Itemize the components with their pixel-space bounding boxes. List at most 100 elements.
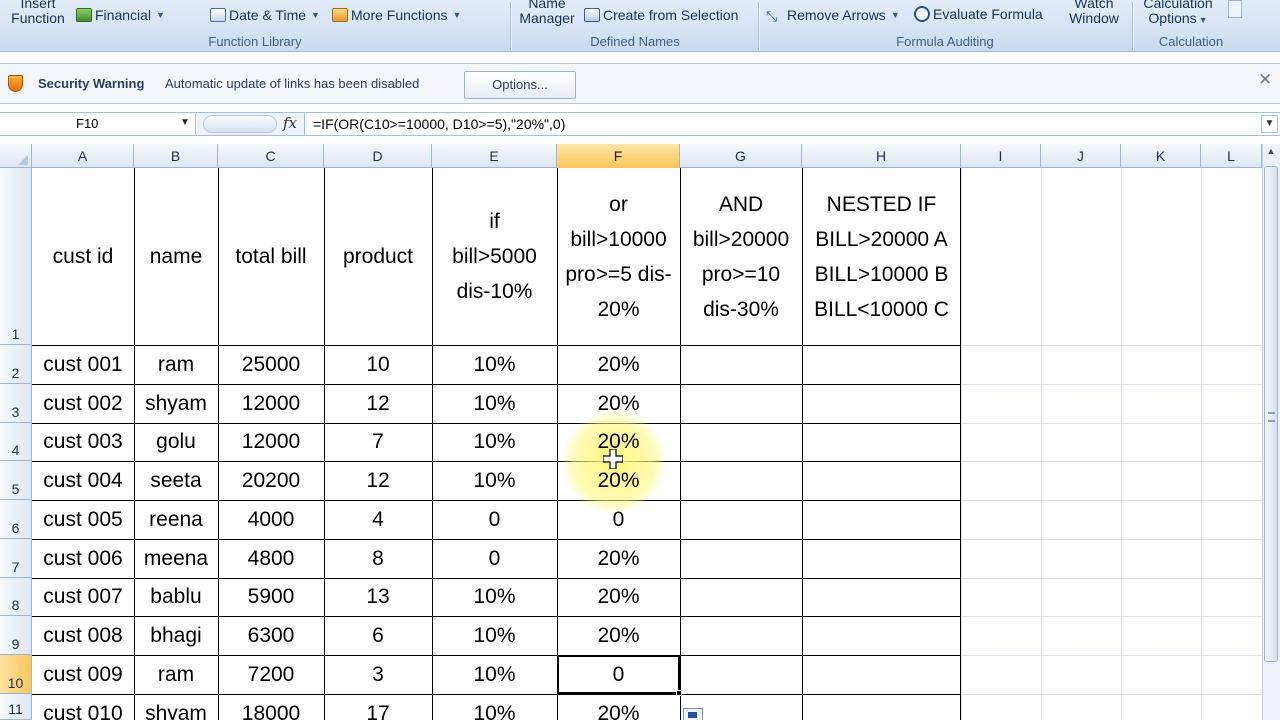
- cell-d10[interactable]: 3: [324, 655, 432, 694]
- cell-e5[interactable]: 10%: [432, 461, 557, 500]
- calculate-now-button[interactable]: [1228, 0, 1242, 18]
- cell-d8[interactable]: 13: [324, 578, 432, 616]
- watch-window-button[interactable]: Watch Window: [1062, 0, 1126, 26]
- column-header-k[interactable]: K: [1121, 144, 1201, 168]
- cell-b8[interactable]: bablu: [134, 578, 218, 616]
- cell-b7[interactable]: meena: [134, 539, 218, 578]
- cell-a2[interactable]: cust 001: [32, 345, 134, 384]
- financial-button[interactable]: Financial ▼: [76, 7, 165, 23]
- paste-options-icon[interactable]: [683, 708, 703, 720]
- cell-e3[interactable]: 10%: [432, 384, 557, 423]
- more-functions-button[interactable]: More Functions ▼: [332, 7, 461, 23]
- column-header-b[interactable]: B: [134, 144, 218, 168]
- cell-a11[interactable]: cust 010: [32, 694, 134, 720]
- formula-input[interactable]: =IF(OR(C10>=10000, D10>=5),"20%",0): [313, 116, 565, 132]
- cell-c2[interactable]: 25000: [218, 345, 324, 384]
- insert-function-button[interactable]: Insert Function: [4, 0, 72, 26]
- column-header-j[interactable]: J: [1041, 144, 1121, 168]
- fill-handle[interactable]: [676, 690, 682, 696]
- cell-d5[interactable]: 12: [324, 461, 432, 500]
- cell-d2[interactable]: 10: [324, 345, 432, 384]
- cell-c7[interactable]: 4800: [218, 539, 324, 578]
- row-header-6[interactable]: 6: [0, 500, 32, 539]
- cell-e4[interactable]: 10%: [432, 423, 557, 461]
- column-header-h[interactable]: H: [802, 144, 961, 168]
- cell-f4[interactable]: 20%: [557, 423, 680, 461]
- cell-f9[interactable]: 20%: [557, 616, 680, 655]
- header-cell-h[interactable]: NESTED IF BILL>20000 A BILL>10000 B BILL<10…: [802, 168, 961, 345]
- close-icon[interactable]: ✕: [1258, 70, 1272, 90]
- header-cell-c[interactable]: total bill: [218, 168, 324, 345]
- cell-a3[interactable]: cust 002: [32, 384, 134, 423]
- scroll-up-icon[interactable]: ▲: [1263, 146, 1279, 162]
- calculation-options-button[interactable]: Calculation Options ▼: [1136, 0, 1220, 28]
- name-box[interactable]: F10 ▼: [0, 113, 196, 135]
- row-header-2[interactable]: 2: [0, 345, 32, 384]
- header-cell-a[interactable]: cust id: [32, 168, 134, 345]
- cell-a7[interactable]: cust 006: [32, 539, 134, 578]
- column-header-d[interactable]: D: [324, 144, 432, 168]
- row-header-3[interactable]: 3: [0, 384, 32, 423]
- cell-b4[interactable]: golu: [134, 423, 218, 461]
- name-manager-button[interactable]: Name Manager: [516, 0, 578, 26]
- cell-f7[interactable]: 20%: [557, 539, 680, 578]
- cell-c11[interactable]: 18000: [218, 694, 324, 720]
- cell-a5[interactable]: cust 004: [32, 461, 134, 500]
- header-cell-e[interactable]: if bill>5000 dis-10%: [432, 168, 557, 345]
- cell-a6[interactable]: cust 005: [32, 500, 134, 539]
- row-header-5[interactable]: 5: [0, 461, 32, 500]
- column-header-i[interactable]: I: [961, 144, 1041, 168]
- cell-b10[interactable]: ram: [134, 655, 218, 694]
- cell-c4[interactable]: 12000: [218, 423, 324, 461]
- cell-b6[interactable]: reena: [134, 500, 218, 539]
- column-header-l[interactable]: L: [1201, 144, 1262, 168]
- column-header-a[interactable]: A: [32, 144, 134, 168]
- cell-c3[interactable]: 12000: [218, 384, 324, 423]
- cell-b2[interactable]: ram: [134, 345, 218, 384]
- row-header-4[interactable]: 4: [0, 423, 32, 461]
- create-from-selection-button[interactable]: Create from Selection: [584, 7, 738, 23]
- column-header-e[interactable]: E: [432, 144, 557, 168]
- cell-e6[interactable]: 0: [432, 500, 557, 539]
- cell-c10[interactable]: 7200: [218, 655, 324, 694]
- cell-b11[interactable]: shyam: [134, 694, 218, 720]
- expand-formula-bar-icon[interactable]: ▼: [1261, 115, 1278, 133]
- cell-d3[interactable]: 12: [324, 384, 432, 423]
- row-header-10[interactable]: 10: [0, 655, 32, 694]
- cell-d4[interactable]: 7: [324, 423, 432, 461]
- cell-b3[interactable]: shyam: [134, 384, 218, 423]
- chevron-down-icon[interactable]: ▼: [180, 117, 190, 128]
- row-header-11[interactable]: 11: [0, 694, 32, 720]
- column-header-g[interactable]: G: [680, 144, 802, 168]
- cell-e2[interactable]: 10%: [432, 345, 557, 384]
- cell-c6[interactable]: 4000: [218, 500, 324, 539]
- options-button[interactable]: Options...: [464, 71, 576, 99]
- cell-e11[interactable]: 10%: [432, 694, 557, 720]
- header-cell-g[interactable]: AND bill>20000 pro>=10 dis-30%: [680, 168, 802, 345]
- cell-f8[interactable]: 20%: [557, 578, 680, 616]
- cell-e8[interactable]: 10%: [432, 578, 557, 616]
- row-header-8[interactable]: 8: [0, 578, 32, 616]
- cell-e10[interactable]: 10%: [432, 655, 557, 694]
- cell-e9[interactable]: 10%: [432, 616, 557, 655]
- column-header-c[interactable]: C: [218, 144, 324, 168]
- cell-b5[interactable]: seeta: [134, 461, 218, 500]
- cell-c8[interactable]: 5900: [218, 578, 324, 616]
- evaluate-formula-button[interactable]: Evaluate Formula: [914, 6, 1043, 22]
- cell-f11[interactable]: 20%: [557, 694, 680, 720]
- header-cell-f[interactable]: or bill>10000 pro>=5 dis- 20%: [557, 168, 680, 345]
- cell-a10[interactable]: cust 009: [32, 655, 134, 694]
- cell-c5[interactable]: 20200: [218, 461, 324, 500]
- row-header-1[interactable]: 1: [0, 168, 32, 345]
- cell-f5[interactable]: 20%: [557, 461, 680, 500]
- cell-b9[interactable]: bhagi: [134, 616, 218, 655]
- cell-d9[interactable]: 6: [324, 616, 432, 655]
- row-header-9[interactable]: 9: [0, 616, 32, 655]
- cell-f2[interactable]: 20%: [557, 345, 680, 384]
- cell-d7[interactable]: 8: [324, 539, 432, 578]
- insert-function-icon[interactable]: fx: [283, 114, 297, 132]
- date-time-button[interactable]: Date & Time ▼: [210, 7, 320, 23]
- cell-d6[interactable]: 4: [324, 500, 432, 539]
- header-cell-d[interactable]: product: [324, 168, 432, 345]
- cell-a4[interactable]: cust 003: [32, 423, 134, 461]
